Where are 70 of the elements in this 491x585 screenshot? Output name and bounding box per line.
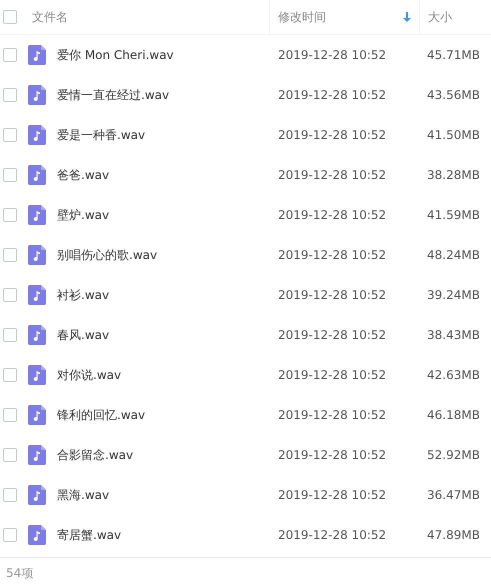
modified-time: 2019-12-28 10:52 <box>278 448 388 462</box>
modified-time: 2019-12-28 10:52 <box>278 168 388 182</box>
modified-time: 2019-12-28 10:52 <box>278 328 388 342</box>
file-name[interactable]: 对你说.wav <box>57 366 278 384</box>
audio-file-icon <box>28 165 46 185</box>
file-name[interactable]: 黑海.wav <box>57 486 278 504</box>
file-name[interactable]: 爱情一直在经过.wav <box>57 86 278 104</box>
row-checkbox[interactable] <box>3 88 17 102</box>
file-size: 46.18MB <box>427 408 480 422</box>
audio-file-icon <box>28 325 46 345</box>
modified-time: 2019-12-28 10:52 <box>278 248 388 262</box>
file-name[interactable]: 衬衫.wav <box>57 286 278 304</box>
modified-time: 2019-12-28 10:52 <box>278 528 388 542</box>
file-size: 38.43MB <box>427 328 480 342</box>
file-name[interactable]: 壁炉.wav <box>57 206 278 224</box>
audio-file-icon <box>28 85 46 105</box>
file-size: 43.56MB <box>427 88 480 102</box>
file-name[interactable]: 寄居蟹.wav <box>57 526 278 544</box>
row-checkbox[interactable] <box>3 328 17 342</box>
file-size: 41.50MB <box>427 128 480 142</box>
row-checkbox[interactable] <box>3 168 17 182</box>
modified-time: 2019-12-28 10:52 <box>278 488 388 502</box>
audio-file-icon <box>28 45 46 65</box>
file-name[interactable]: 春风.wav <box>57 326 278 344</box>
modified-time: 2019-12-28 10:52 <box>278 48 388 62</box>
modified-time: 2019-12-28 10:52 <box>278 128 388 142</box>
file-name[interactable]: 合影留念.wav <box>57 446 278 464</box>
audio-file-icon <box>28 405 46 425</box>
file-name[interactable]: 别唱伤心的歌.wav <box>57 246 278 264</box>
row-checkbox[interactable] <box>3 528 17 542</box>
row-checkbox[interactable] <box>3 48 17 62</box>
file-size: 41.59MB <box>427 208 480 222</box>
file-size: 48.24MB <box>427 248 480 262</box>
file-size: 36.47MB <box>427 488 480 502</box>
file-size: 52.92MB <box>427 448 480 462</box>
file-size: 45.71MB <box>427 48 480 62</box>
file-size: 39.24MB <box>427 288 480 302</box>
modified-time: 2019-12-28 10:52 <box>278 368 388 382</box>
audio-file-icon <box>28 205 46 225</box>
modified-time: 2019-12-28 10:52 <box>278 208 388 222</box>
file-name[interactable]: 爱你 Mon Cheri.wav <box>57 46 278 64</box>
audio-file-icon <box>28 365 46 385</box>
row-checkbox[interactable] <box>3 448 17 462</box>
file-name[interactable]: 爱是一种香.wav <box>57 126 278 144</box>
audio-file-icon <box>28 245 46 265</box>
file-size: 42.63MB <box>427 368 480 382</box>
audio-file-icon <box>28 485 46 505</box>
file-name[interactable]: 锋利的回忆.wav <box>57 406 278 424</box>
row-checkbox[interactable] <box>3 368 17 382</box>
column-header[interactable]: 大小 <box>420 0 491 34</box>
column-header[interactable]: 修改时间 <box>270 0 420 34</box>
modified-time: 2019-12-28 10:52 <box>278 408 388 422</box>
column-header[interactable]: 文件名 <box>26 0 270 34</box>
modified-time: 2019-12-28 10:52 <box>278 88 388 102</box>
row-checkbox[interactable] <box>3 128 17 142</box>
modified-time: 2019-12-28 10:52 <box>278 288 388 302</box>
row-checkbox[interactable] <box>3 408 17 422</box>
row-checkbox[interactable] <box>3 488 17 502</box>
item-count: 54项 <box>6 566 34 580</box>
audio-file-icon <box>28 285 46 305</box>
file-size: 47.89MB <box>427 528 480 542</box>
file-size: 38.28MB <box>427 168 480 182</box>
row-checkbox[interactable] <box>3 248 17 262</box>
audio-file-icon <box>28 445 46 465</box>
file-name[interactable]: 爸爸.wav <box>57 166 278 184</box>
audio-file-icon <box>28 525 46 545</box>
row-checkbox[interactable] <box>3 288 17 302</box>
select-all-checkbox[interactable] <box>3 10 17 24</box>
audio-file-icon <box>28 125 46 145</box>
row-checkbox[interactable] <box>3 208 17 222</box>
